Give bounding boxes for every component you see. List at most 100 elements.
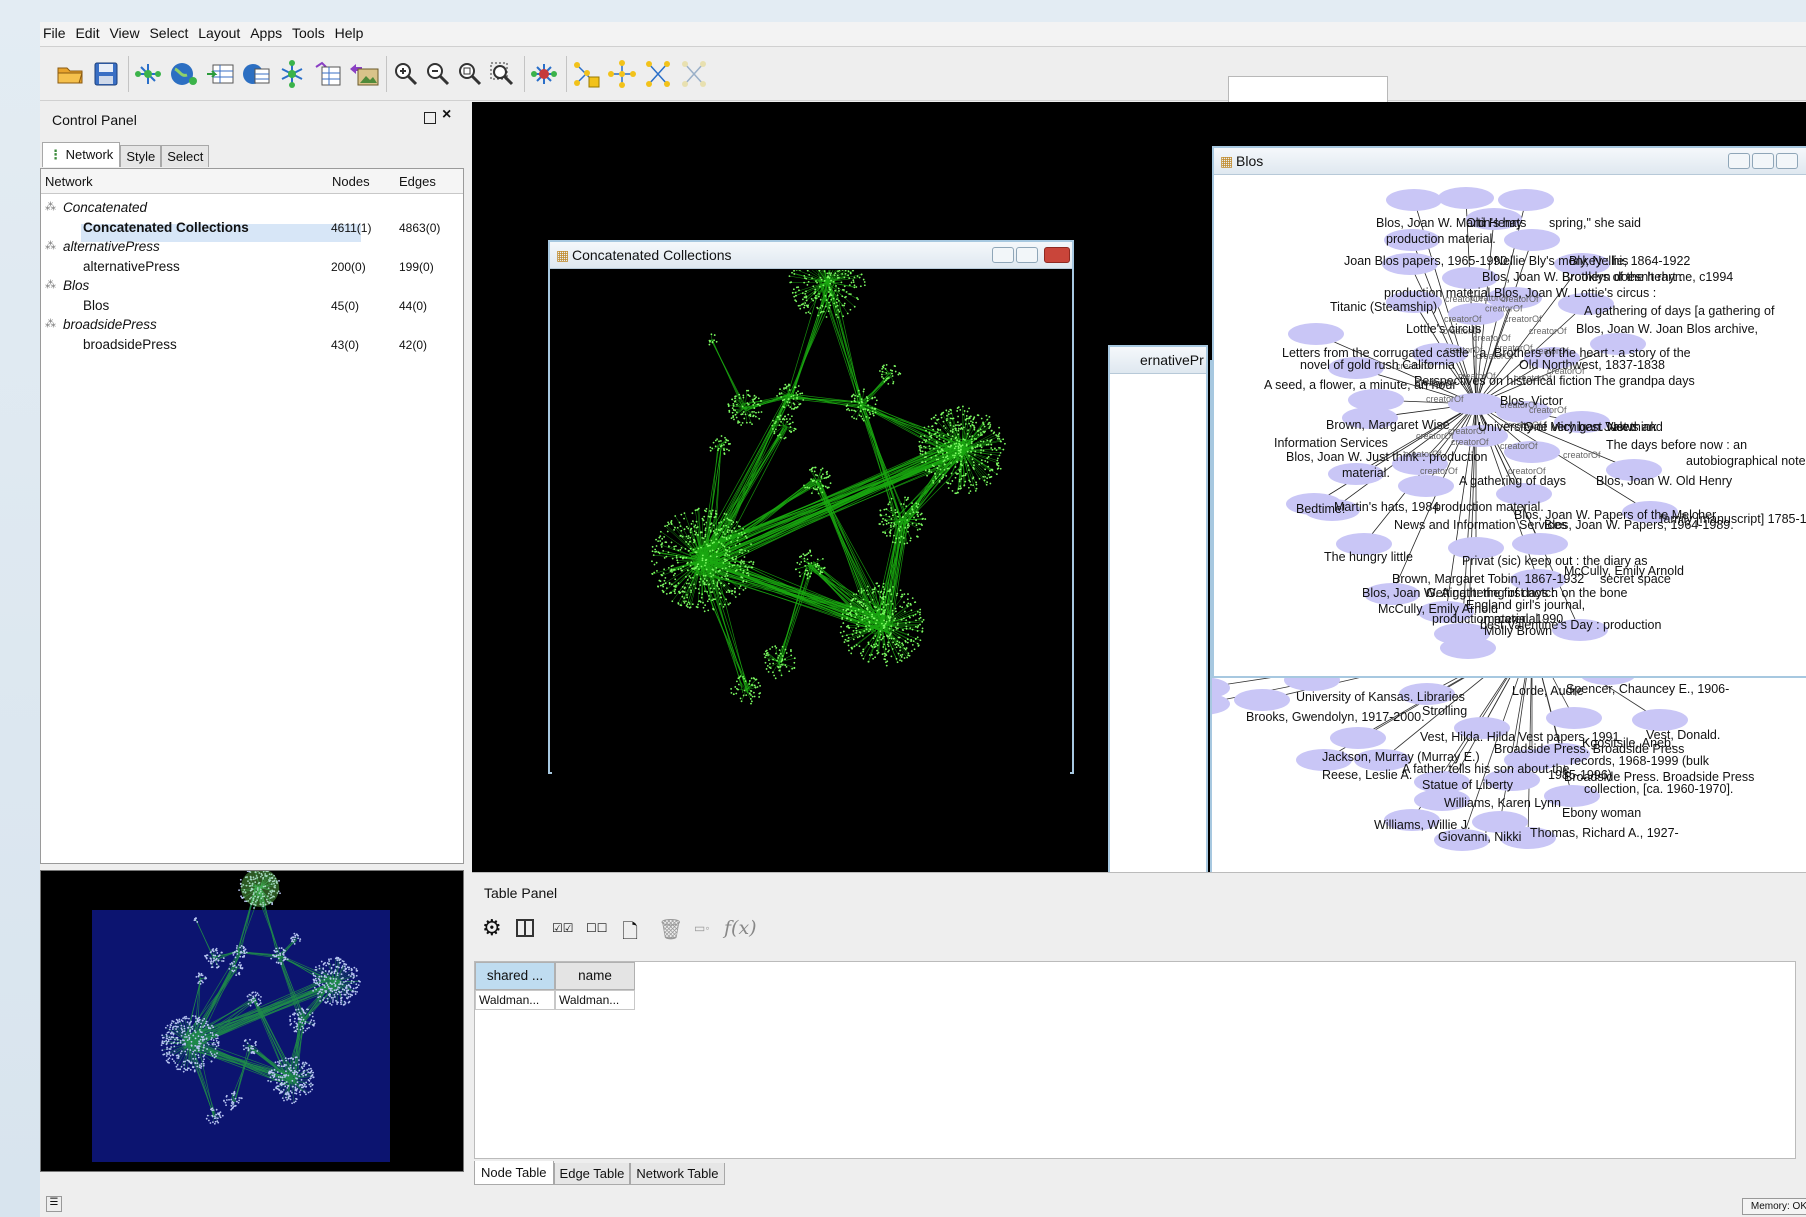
maximize-button[interactable] bbox=[1016, 247, 1038, 263]
link-icon[interactable]: ▭◦ bbox=[694, 921, 710, 935]
zoom-in-icon[interactable] bbox=[390, 58, 422, 90]
network-collection-row[interactable]: ⁂ Blos bbox=[41, 276, 463, 296]
network-collection-row[interactable]: ⁂ alternativePress bbox=[41, 237, 463, 257]
hide-all-icon[interactable] bbox=[678, 58, 710, 90]
column-header-name[interactable]: name bbox=[555, 962, 635, 990]
concatenated-network-view[interactable] bbox=[552, 270, 1070, 774]
node-label[interactable]: A father tells his son about the bbox=[1402, 762, 1569, 776]
node-label[interactable]: records, 1968-1999 (bulk bbox=[1570, 754, 1709, 768]
node-label[interactable]: Statue of Liberty bbox=[1422, 778, 1513, 792]
node-label[interactable]: Strolling bbox=[1422, 704, 1467, 718]
show-all-icon[interactable] bbox=[642, 58, 674, 90]
column-layout-icon[interactable] bbox=[516, 919, 534, 937]
delete-column-icon[interactable]: 🗑 bbox=[658, 917, 683, 942]
zoom-out-icon[interactable] bbox=[422, 58, 454, 90]
minimize-button[interactable] bbox=[1728, 153, 1750, 169]
column-edges[interactable]: Edges bbox=[399, 174, 436, 189]
node-label[interactable]: A gathering of days [a gathering of bbox=[1584, 304, 1774, 318]
node-label[interactable]: Joan Blos papers, 1965-1990 bbox=[1344, 254, 1507, 268]
node-label[interactable]: The grandpa days bbox=[1594, 374, 1695, 388]
node-label[interactable]: University of Kansas. Libraries bbox=[1296, 690, 1465, 704]
node-label[interactable]: Perspectives on historical fiction bbox=[1414, 374, 1592, 388]
node-label[interactable]: Bly, Nellie, 1864-1922 bbox=[1569, 254, 1690, 268]
hide-selected-icon[interactable] bbox=[606, 58, 638, 90]
zoom-fit-icon[interactable] bbox=[454, 58, 486, 90]
node-label[interactable]: Bedtime! bbox=[1296, 502, 1345, 516]
menu-file[interactable]: File bbox=[40, 22, 69, 41]
tab-node-table[interactable]: Node Table bbox=[474, 1161, 554, 1185]
close-panel-icon[interactable]: × bbox=[442, 106, 451, 124]
node-label[interactable]: Molly Brown bbox=[1484, 624, 1552, 638]
node-label[interactable]: Blos, Joan W. Papers, 1964-1989. bbox=[1544, 518, 1734, 532]
open-folder-icon[interactable] bbox=[54, 58, 86, 90]
node-label[interactable]: Blos, Victor bbox=[1500, 394, 1563, 408]
tab-style[interactable]: Style bbox=[120, 145, 162, 167]
node-label[interactable]: Information Services bbox=[1274, 436, 1388, 450]
tab-select[interactable]: Select bbox=[161, 145, 210, 167]
node-label[interactable]: News and Information Services bbox=[1394, 518, 1567, 532]
node-label[interactable]: Brown, Margaret Tobin, 1867-1932 bbox=[1392, 572, 1584, 586]
new-table-icon[interactable] bbox=[312, 58, 344, 90]
node-label[interactable]: Blos, Joan W. Old Henry bbox=[1596, 474, 1732, 488]
show-first-neighbors-icon[interactable] bbox=[570, 58, 602, 90]
table-cell[interactable]: Waldman... bbox=[475, 990, 555, 1010]
table-cell[interactable]: Waldman... bbox=[555, 990, 635, 1010]
node-label[interactable]: Martin's hats, 1984 bbox=[1334, 500, 1439, 514]
tab-edge-table[interactable]: Edge Table bbox=[553, 1163, 631, 1185]
node-label[interactable]: Old Northwest, 1837-1838 bbox=[1519, 358, 1665, 372]
window-titlebar[interactable]: ▦ Blos bbox=[1214, 148, 1806, 175]
zoom-selected-icon[interactable] bbox=[486, 58, 518, 90]
node-label[interactable]: A gathering of days bbox=[1459, 474, 1566, 488]
import-table-file-icon[interactable] bbox=[204, 58, 236, 90]
node-label[interactable]: production material. bbox=[1384, 286, 1494, 300]
blos-network-window[interactable]: ▦ Blos creatorOf creatorOf creatorOf creato… bbox=[1212, 146, 1806, 678]
menu-apps[interactable]: Apps bbox=[247, 22, 285, 41]
node-label[interactable]: Giovanni, Nikki bbox=[1438, 830, 1521, 844]
deselect-all-icon[interactable]: ☐☐ bbox=[586, 921, 608, 935]
tab-network[interactable]: ⋮ Network bbox=[42, 142, 121, 167]
network-overview[interactable] bbox=[40, 870, 464, 1172]
save-disk-icon[interactable] bbox=[90, 58, 122, 90]
new-column-icon[interactable]: 🗋 bbox=[622, 917, 638, 951]
node-label[interactable]: Thomas, Richard A., 1927- bbox=[1530, 826, 1679, 840]
network-row[interactable]: alternativePress 200(0) 199(0) bbox=[41, 257, 463, 277]
menu-view[interactable]: View bbox=[106, 22, 142, 41]
node-label[interactable]: England girl's journal, bbox=[1466, 598, 1585, 612]
network-collection-row[interactable]: ⁂ broadsidePress bbox=[41, 315, 463, 335]
node-label[interactable]: The hungry little bbox=[1324, 550, 1413, 564]
node-label[interactable]: Ebony woman bbox=[1562, 806, 1641, 820]
network-row[interactable]: broadsidePress 43(0) 42(0) bbox=[41, 335, 463, 355]
menu-edit[interactable]: Edit bbox=[72, 22, 102, 41]
float-panel-icon[interactable] bbox=[424, 112, 436, 124]
node-label[interactable]: Reese, Leslie A. bbox=[1322, 768, 1412, 782]
node-label[interactable]: Spencer, Chauncey E., 1906- bbox=[1566, 682, 1729, 696]
node-label[interactable]: material. bbox=[1342, 466, 1390, 480]
node-label[interactable]: Blos, Joan W. Just think : production bbox=[1286, 450, 1488, 464]
node-label[interactable]: Brooklyn doesn't rhyme, c1994 bbox=[1562, 270, 1733, 284]
network-canvas[interactable]: ernativePr ▦ bro University of Kansas. L… bbox=[472, 102, 1806, 872]
column-header-shared[interactable]: shared ... bbox=[475, 962, 555, 990]
node-label[interactable]: collection, [ca. 1960-1970]. bbox=[1584, 782, 1733, 796]
network-row-selected[interactable]: Concatenated Collections 4611(1) 4863(0) bbox=[41, 218, 463, 242]
export-image-icon[interactable] bbox=[348, 58, 380, 90]
column-network[interactable]: Network bbox=[45, 174, 93, 189]
node-label[interactable]: autobiographical note bbox=[1686, 454, 1806, 468]
close-button[interactable] bbox=[1776, 153, 1798, 169]
close-button[interactable] bbox=[1044, 247, 1070, 263]
alternativepress-network-window[interactable]: ernativePr bbox=[1108, 345, 1208, 872]
import-table-web-icon[interactable] bbox=[240, 58, 272, 90]
node-label[interactable]: secret space bbox=[1600, 572, 1671, 586]
memory-status[interactable]: Memory: OK bbox=[1741, 1198, 1806, 1215]
menu-select[interactable]: Select bbox=[146, 22, 191, 41]
maximize-button[interactable] bbox=[1752, 153, 1774, 169]
node-label[interactable]: Blos, Joan W. Joan Blos archive, bbox=[1576, 322, 1758, 336]
new-network-icon[interactable] bbox=[276, 58, 308, 90]
node-label[interactable]: production material. bbox=[1386, 232, 1496, 246]
window-titlebar[interactable]: ▦ Concatenated Collections bbox=[550, 242, 1072, 269]
select-all-icon[interactable]: ☑☑ bbox=[552, 921, 574, 935]
gear-icon[interactable]: ⚙ bbox=[482, 915, 502, 941]
node-label[interactable]: Williams, Karen Lynn bbox=[1444, 796, 1561, 810]
function-icon[interactable]: f(x) bbox=[724, 917, 757, 939]
network-row[interactable]: Blos 45(0) 44(0) bbox=[41, 296, 463, 316]
node-label[interactable]: spring," she said bbox=[1549, 216, 1641, 230]
